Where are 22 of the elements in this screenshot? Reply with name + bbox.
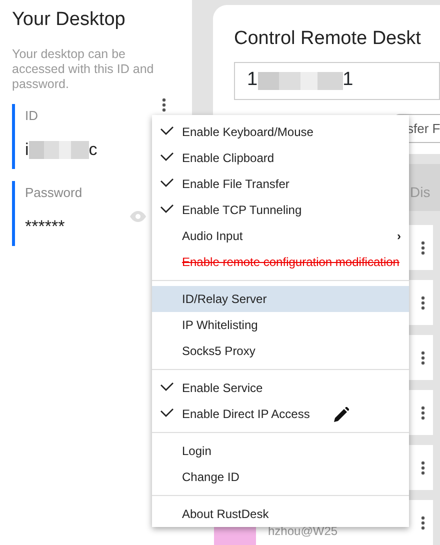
menu-item[interactable]: Enable Clipboard xyxy=(152,145,409,171)
menu-item[interactable]: Enable File Transfer xyxy=(152,171,409,197)
description-text: Your desktop can be accessed with this ID and password. xyxy=(12,46,155,92)
id-value: c xyxy=(88,139,98,161)
menu-item[interactable]: IP Whitelisting xyxy=(152,312,409,338)
id-input-field[interactable]: 1 1 xyxy=(234,62,440,100)
id-value: i xyxy=(25,139,29,161)
menu-item[interactable]: Change ID xyxy=(152,464,409,490)
menu-item[interactable]: Enable TCP Tunneling xyxy=(152,197,409,223)
card-title: Control Remote Deskt xyxy=(234,27,422,51)
password-value: ****** xyxy=(25,216,65,238)
menu-item[interactable]: ID/Relay Server xyxy=(152,286,409,312)
menu-item[interactable]: Login xyxy=(152,438,409,464)
menu-item[interactable]: Enable Direct IP Access xyxy=(152,401,409,427)
panel-title: Your Desktop xyxy=(12,8,126,32)
submenu-arrow: › xyxy=(397,228,401,245)
field-label: Password xyxy=(25,184,82,202)
menu-item[interactable]: Enable remote configuration modification xyxy=(152,249,409,275)
menu-item[interactable]: Socks5 Proxy xyxy=(152,338,409,364)
menu-item[interactable]: Audio Input › xyxy=(152,223,409,249)
field-label: ID xyxy=(25,106,38,124)
menu-item[interactable]: Enable Service xyxy=(152,375,409,401)
